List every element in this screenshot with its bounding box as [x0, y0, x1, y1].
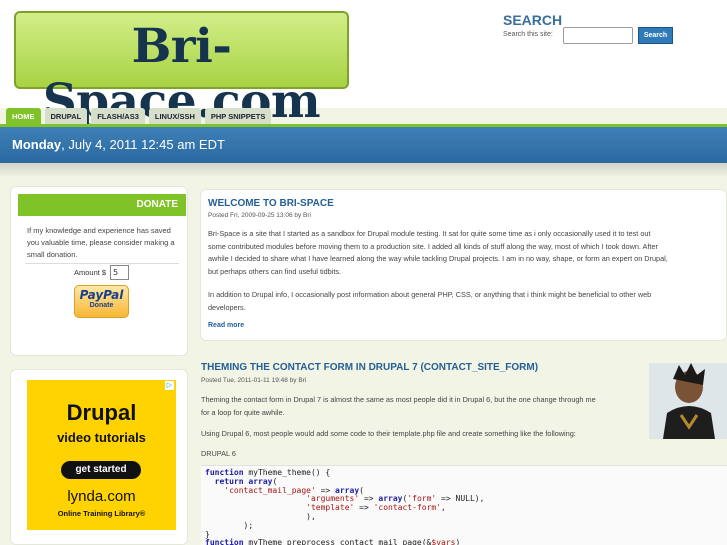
date-bar: Monday, July 4, 2011 12:45 am EDT	[0, 127, 727, 163]
read-more-link[interactable]: Read more	[208, 322, 244, 329]
site-logo[interactable]: Bri-Space.com	[14, 11, 349, 129]
tab-home[interactable]: HOME	[6, 108, 41, 125]
donate-block: DONATE If my knowledge and experience ha…	[10, 186, 188, 356]
date-bar-shadow	[0, 163, 727, 177]
post-line: for a loop for quite awhile.	[201, 407, 285, 417]
post-title[interactable]: THEMING THE CONTACT FORM IN DRUPAL 7 (CO…	[201, 362, 538, 373]
tab-drupal[interactable]: DRUPAL	[44, 108, 88, 125]
post-line: awhile I decided to share what I have le…	[208, 254, 668, 264]
author-photo	[649, 363, 727, 439]
ad-brand: lynda.com	[67, 488, 136, 505]
donate-text: If my knowledge and experience has saved…	[27, 226, 175, 259]
ad-block: ▷ Drupal video tutorials get started lyn…	[10, 369, 188, 545]
lynda-ad[interactable]: ▷ Drupal video tutorials get started lyn…	[27, 380, 176, 530]
post-body-2: In addition to Drupal info, I occasional…	[208, 289, 723, 314]
post-title[interactable]: WELCOME TO BRI-SPACE	[208, 198, 334, 209]
code-line: function myTheme_preprocess_contact_mail…	[205, 538, 461, 545]
tab-linux-ssh[interactable]: LINUX/SSH	[148, 108, 201, 125]
post-meta: Posted Tue, 2011-01-11 19:48 by Bri	[201, 377, 307, 384]
post-line: some contributed modules before moving t…	[208, 241, 658, 251]
date-day: Monday	[12, 137, 62, 152]
amount-label: Amount $	[74, 268, 107, 277]
ad-tagline: Online Training Library®	[57, 509, 146, 518]
post-body: Bri-Space is a site that I started as a …	[208, 228, 723, 278]
post-meta: Posted Fri, 2009-09-25 13:06 by Bri	[208, 212, 311, 219]
paypal-donate-label: Donate	[89, 302, 114, 309]
post-line: In addition to Drupal info, I occasional…	[208, 290, 652, 299]
post-line: Theming the contact form in Drupal 7 is …	[201, 395, 596, 404]
primary-nav: HOME DRUPAL FLASH/AS3 LINUX/SSH PHP SNIP…	[6, 108, 272, 125]
divider	[25, 263, 179, 264]
post-body: Theming the contact form in Drupal 7 is …	[201, 394, 646, 419]
paypal-donate-button[interactable]: PayPal Donate	[74, 285, 129, 318]
ad-subtitle: video tutorials	[57, 430, 146, 445]
tab-flash-as3[interactable]: FLASH/AS3	[91, 108, 145, 125]
code-line: );	[205, 520, 254, 530]
search-title: SEARCH	[503, 12, 563, 28]
code-line: function myTheme_theme() {	[205, 468, 331, 477]
paypal-logo-text: PayPal	[79, 288, 124, 302]
section-label: DRUPAL 6	[201, 449, 236, 458]
search-input[interactable]	[563, 27, 633, 44]
code-block: function myTheme_theme() { return array(…	[201, 465, 727, 545]
post-line: but perhaps others can find useful tidbi…	[208, 266, 342, 276]
amount-field[interactable]: 5	[110, 265, 129, 280]
ad-choices-icon[interactable]: ▷	[165, 381, 174, 390]
post-line: Bri-Space is a site that I started as a …	[208, 229, 651, 238]
ad-title: Drupal	[66, 400, 137, 425]
post-line: developers.	[208, 302, 246, 312]
post-welcome: WELCOME TO BRI-SPACE Posted Fri, 2009-09…	[200, 189, 727, 341]
search-label: Search this site:	[503, 31, 553, 38]
site-header: Bri-Space.com SEARCH Search this site: S…	[0, 0, 727, 129]
code-line: ),	[205, 511, 316, 521]
date-text: , July 4, 2011 12:45 am EDT	[61, 137, 225, 152]
search-button[interactable]: Search	[638, 27, 673, 44]
post-body-2: Using Drupal 6, most people would add so…	[201, 429, 576, 438]
tab-php-snippets[interactable]: PHP SNIPPETS	[204, 108, 272, 125]
donate-heading: DONATE	[18, 194, 186, 216]
ad-get-started-button[interactable]: get started	[61, 461, 141, 479]
